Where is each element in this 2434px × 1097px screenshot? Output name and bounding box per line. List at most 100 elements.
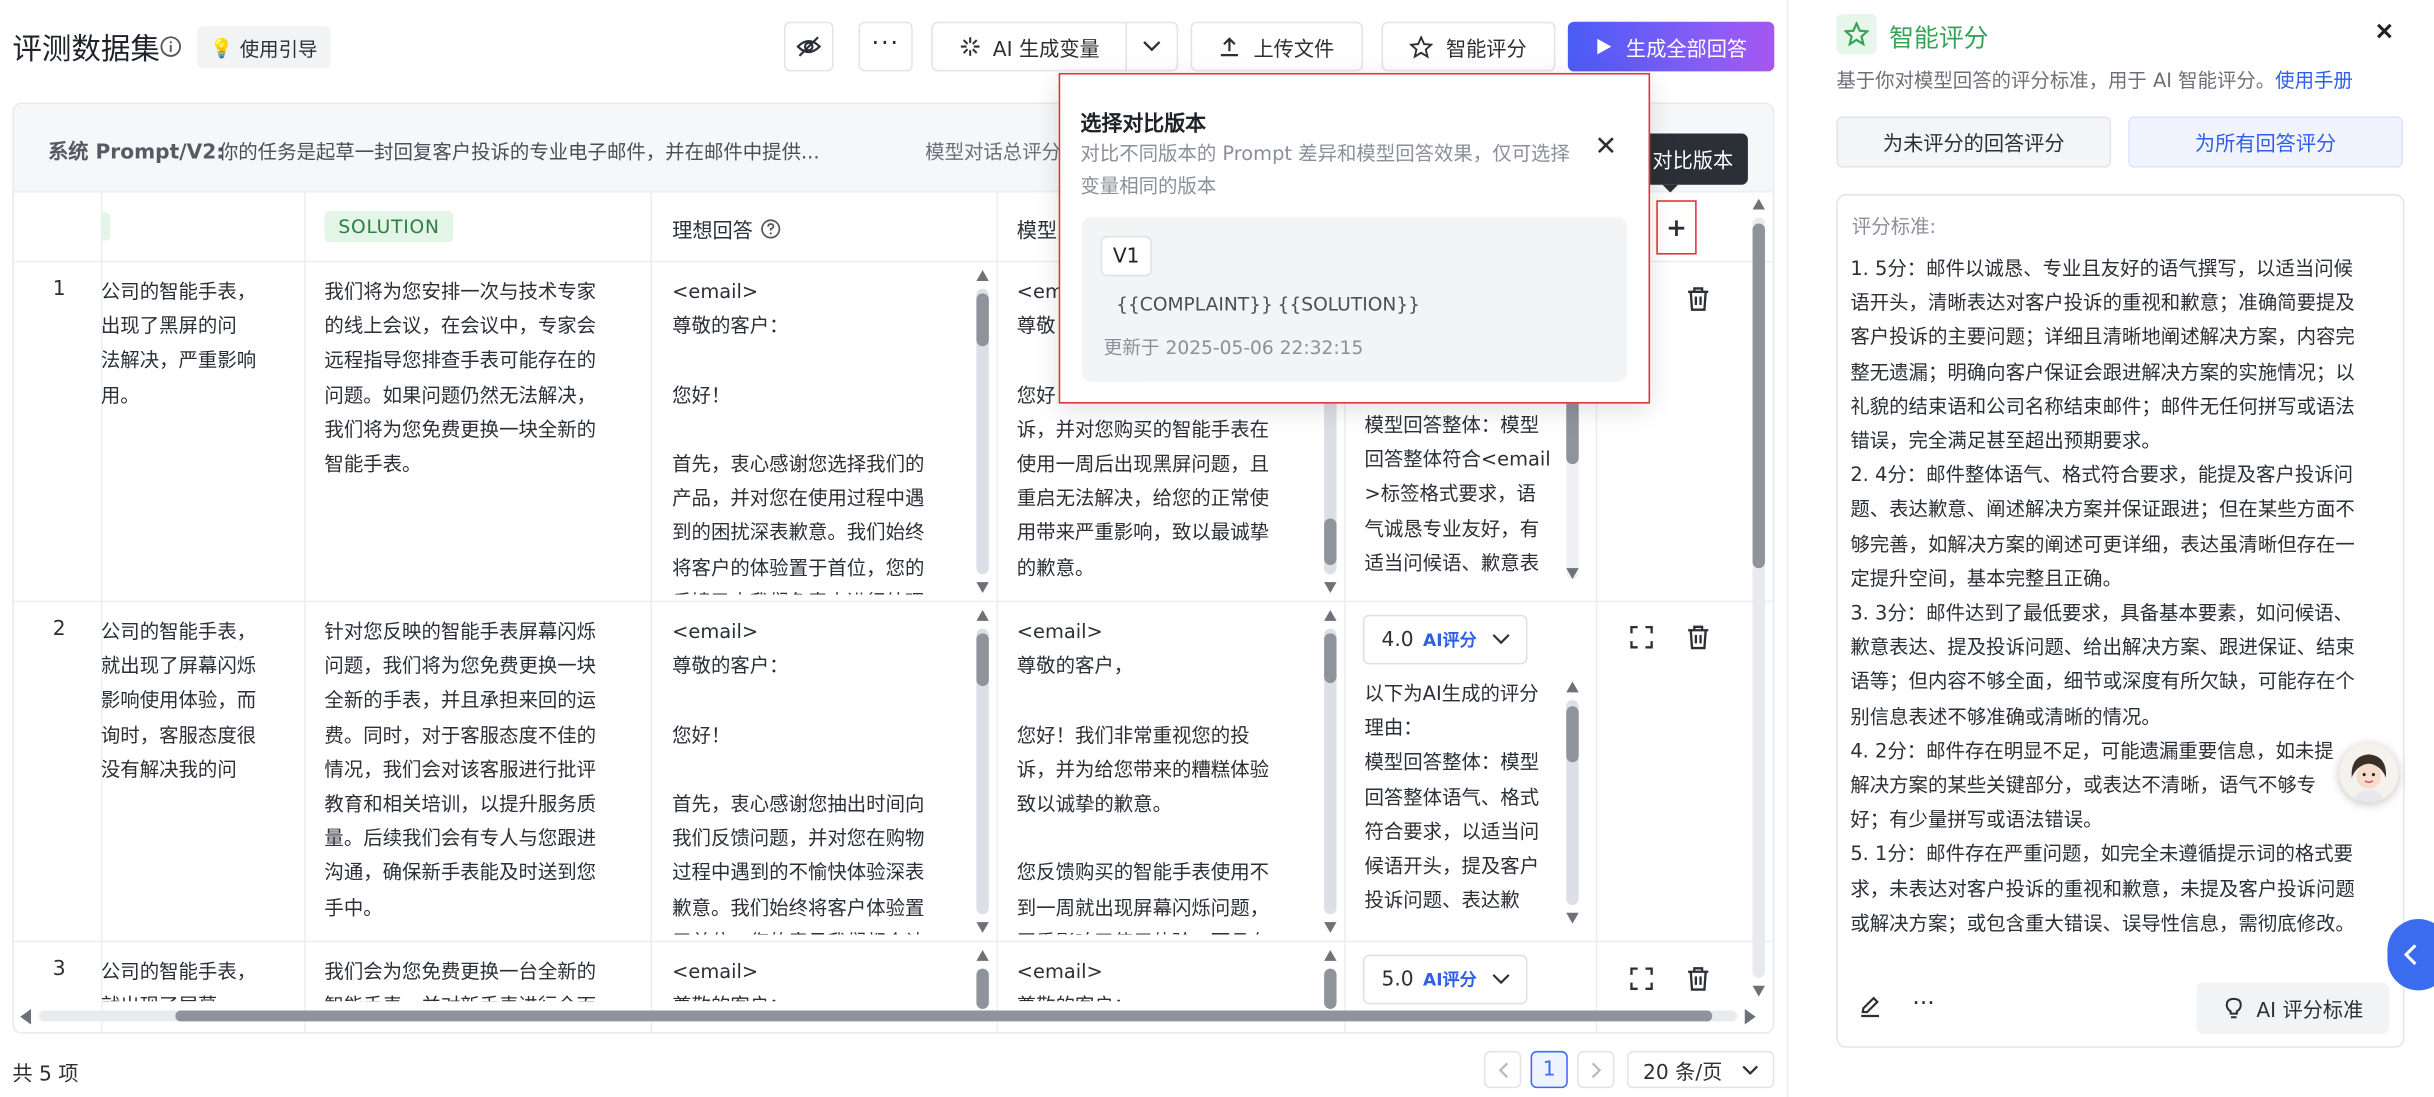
solution-column-tag: SOLUTION <box>324 211 454 243</box>
model-answer-cell: <email> 尊敬的客户： <box>1016 959 1133 1001</box>
more-button[interactable]: ··· <box>858 21 913 72</box>
score-select[interactable]: 5.0 AI评分 <box>1362 954 1528 1005</box>
lightbulb-icon: 💡 <box>210 36 234 59</box>
upload-file-button[interactable]: 上传文件 <box>1190 21 1363 72</box>
score-select[interactable]: 4.0 AI评分 <box>1362 614 1528 665</box>
row-number: 2 <box>52 617 66 642</box>
add-compare-version-button[interactable] <box>1656 200 1697 255</box>
ai-score-badge: AI评分 <box>1422 970 1477 991</box>
chevron-left-icon <box>1497 1061 1508 1078</box>
chevron-left-icon <box>2403 944 2417 966</box>
hide-eye-button[interactable] <box>783 21 834 72</box>
criteria-editor[interactable]: 评分标准: 1. 5分：邮件以诚恳、专业且友好的语气撰写，以适当问候 语开头，清… <box>1836 194 2405 1048</box>
delete-row-button[interactable] <box>1686 286 1711 312</box>
cell-scrollbar[interactable] <box>976 270 989 593</box>
chevron-down-icon <box>1143 41 1161 52</box>
next-page-button[interactable] <box>1577 1050 1615 1089</box>
criteria-text: 1. 5分：邮件以诚恳、专业且友好的语气撰写，以适当问候 语开头，清晰表达对客户… <box>1850 256 2355 935</box>
side-expand-button[interactable] <box>2387 918 2434 991</box>
eye-off-icon <box>796 36 822 57</box>
score-unscored-button[interactable]: 为未评分的回答评分 <box>1836 116 2112 168</box>
manual-link[interactable]: 使用手册 <box>2275 68 2353 91</box>
assistant-avatar[interactable] <box>2339 743 2399 803</box>
row-number: 3 <box>52 957 66 982</box>
play-icon <box>1598 38 1613 55</box>
info-icon[interactable] <box>160 36 182 58</box>
total-count: 共 5 项 <box>12 1063 79 1087</box>
generate-all-button[interactable]: 生成全部回答 <box>1567 21 1775 72</box>
criteria-more-button[interactable]: ··· <box>1912 989 1934 1017</box>
star-icon <box>1410 34 1434 58</box>
prev-page-button[interactable] <box>1483 1050 1522 1089</box>
popover-title: 选择对比版本 <box>1080 111 1207 137</box>
ai-score-badge: AI评分 <box>1422 630 1477 651</box>
close-panel-button[interactable] <box>2377 23 2393 39</box>
delete-row-button[interactable] <box>1686 624 1711 650</box>
solution-cell: 针对您反映的智能手表屏幕闪烁 问题，我们将为您免费更换一块 全新的手表，并且承担… <box>324 619 597 919</box>
edit-criteria-button[interactable] <box>1858 995 1881 1018</box>
panel-subtitle: 基于你对模型回答的评分标准，用于 AI 智能评分。使用手册 <box>1836 68 2353 92</box>
complaint-cell: 公司的智能手表， 就出现了屏幕闪烁 影响使用体验，而 询时，客服态度很 没有解决… <box>100 619 257 781</box>
delete-row-button[interactable] <box>1686 966 1711 992</box>
cell-scrollbar[interactable] <box>1324 950 1337 1012</box>
smart-score-panel-icon <box>1836 13 1877 55</box>
expand-icon <box>1630 625 1653 649</box>
table-vertical-scrollbar[interactable] <box>1752 198 1765 997</box>
sparkle-icon <box>959 36 981 58</box>
more-dots-icon: ··· <box>871 27 900 57</box>
ai-criteria-button[interactable]: AI 评分标准 <box>2196 982 2389 1034</box>
ideal-answer-header: 理想回答 <box>672 214 781 244</box>
page-size-select[interactable]: 20 条/页 <box>1626 1050 1775 1089</box>
usage-guide-button[interactable]: 💡 使用引导 <box>197 26 331 69</box>
popover-description: 对比不同版本的 Prompt 差异和模型回答效果，仅可选择变量相同的版本 <box>1080 141 1570 198</box>
version-tag: V1 <box>1100 235 1152 277</box>
system-prompt-text[interactable]: 你的任务是起草一封回复客户投诉的专业电子邮件，并在邮件中提供... <box>219 135 871 164</box>
solution-cell: 我们将为您安排一次与技术专家 的线上会议，在会议中，专家会 远程指导您排查手表可… <box>324 279 597 476</box>
cell-scrollbar[interactable] <box>1566 398 1579 580</box>
close-popover-button[interactable] <box>1597 137 1614 154</box>
page-number-button[interactable]: 1 <box>1530 1050 1568 1089</box>
chevron-down-icon <box>1741 1064 1758 1075</box>
ai-generate-variable-button[interactable]: AI 生成变量 <box>931 21 1127 72</box>
model-summary-label: 模型对话总评分 <box>925 139 1062 163</box>
close-icon <box>2377 23 2392 39</box>
expand-row-button[interactable] <box>1630 967 1653 990</box>
variable-tag: {{COMPLAINT}} <box>1116 293 1273 316</box>
score-reason-cell: 以下为AI生成的评分 理由： 模型回答整体：模型 回答整体语气、格式 符合要求，… <box>1364 681 1540 912</box>
close-icon <box>1597 137 1614 154</box>
complaint-cell: 公司的智能手表， 出现了黑屏的问 法解决，严重影响 用。 <box>100 279 257 407</box>
variable-tag: {{SOLUTION}} <box>1277 293 1420 316</box>
help-icon[interactable] <box>761 219 781 239</box>
ideal-answer-cell: <email> 尊敬的客户： 您好！ 首先，衷心感谢您抽出时间向 我们反馈问题，… <box>672 619 925 934</box>
compare-version-tooltip: 对比版本 <box>1637 133 1748 193</box>
cell-scrollbar[interactable] <box>976 950 989 1012</box>
cell-scrollbar[interactable] <box>976 610 989 933</box>
app-root: 评测数据集 💡 使用引导 ··· AI 生成变量 上传文件 智能评分 生成全部回… <box>0 0 2434 1097</box>
version-card[interactable]: V1 {{COMPLAINT}} {{SOLUTION}} 更新于 2025-0… <box>1081 217 1627 382</box>
upload-icon <box>1221 37 1239 57</box>
ai-generate-dropdown-button[interactable] <box>1125 21 1179 72</box>
ideal-answer-cell: <email> 尊敬的客户： <box>672 959 788 1001</box>
expand-row-button[interactable] <box>1630 625 1653 649</box>
plus-icon <box>1668 219 1685 236</box>
chevron-down-icon <box>1493 634 1511 645</box>
pencil-icon <box>1861 996 1880 1018</box>
expand-icon <box>1630 967 1653 990</box>
cell-scrollbar[interactable] <box>1566 681 1579 924</box>
row-number: 1 <box>52 277 66 302</box>
model-answer-header: 模型 <box>1016 220 1058 244</box>
score-all-button[interactable]: 为所有回答评分 <box>2128 116 2403 168</box>
smart-score-button[interactable]: 智能评分 <box>1381 21 1556 72</box>
table-horizontal-scrollbar[interactable] <box>20 1007 1756 1026</box>
compare-version-popover: 选择对比版本 对比不同版本的 Prompt 差异和模型回答效果，仅可选择变量相同… <box>1058 72 1651 404</box>
criteria-label: 评分标准: <box>1851 214 1937 238</box>
chevron-right-icon <box>1591 1061 1601 1078</box>
ai-bulb-icon <box>2225 997 2242 1019</box>
trash-icon <box>1688 967 1709 991</box>
score-reason-cell: 模型回答整体：模型 回答整体符合<email >标签格式要求，语 气诚恳专业友好… <box>1364 412 1551 575</box>
model-answer-cell: <email> 尊敬的客户， 您好！我们非常重视您的投 诉，并为给您带来的糟糕体… <box>1016 619 1270 934</box>
chevron-down-icon <box>1493 974 1511 985</box>
complaint-cell: 公司的智能手表， 就出现了屏幕 <box>100 959 257 1001</box>
panel-title: 智能评分 <box>1889 23 1989 53</box>
cell-scrollbar[interactable] <box>1324 610 1337 933</box>
